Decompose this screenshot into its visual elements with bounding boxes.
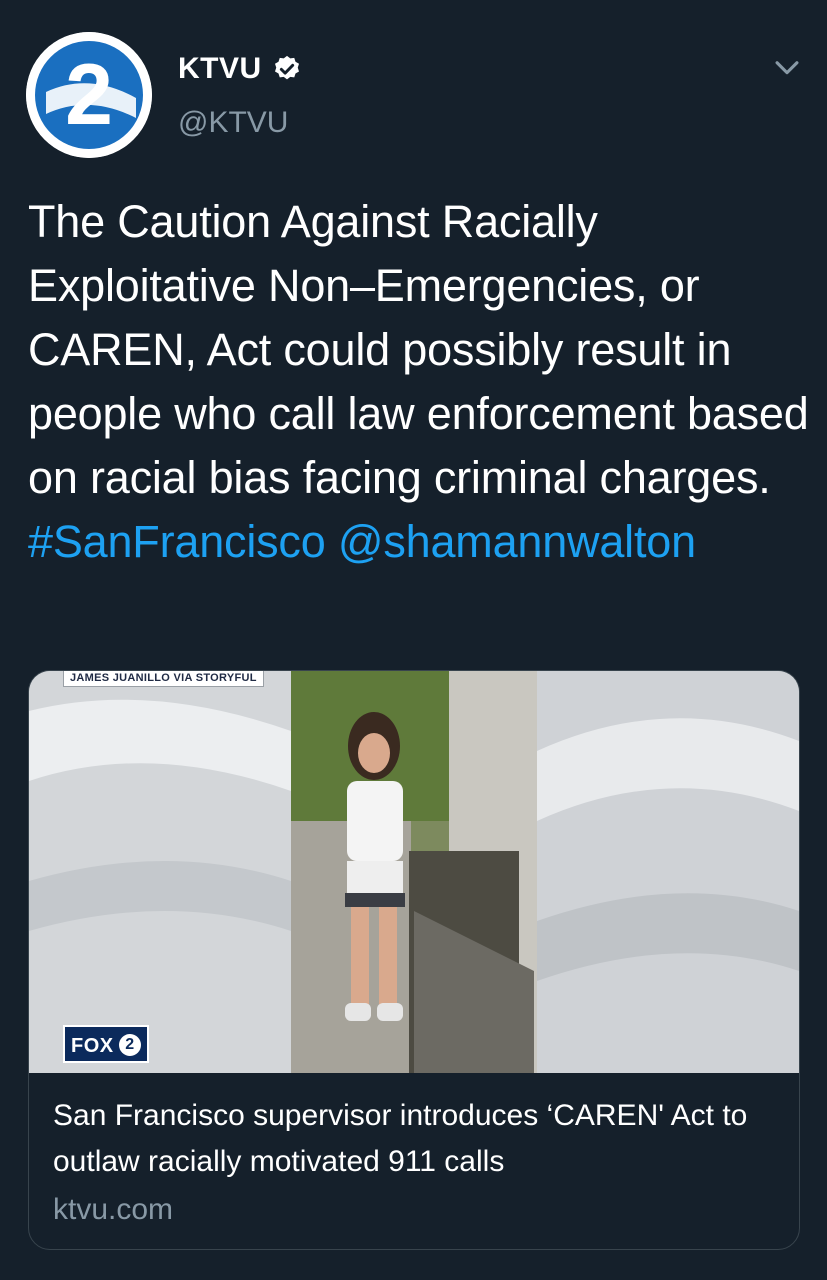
card-image[interactable]: JAMES JUANILLO VIA STORYFUL FOX 2 xyxy=(29,671,799,1073)
tweet-body: The Caution Against Racially Exploitativ… xyxy=(28,196,809,503)
link-card[interactable]: JAMES JUANILLO VIA STORYFUL FOX 2 San Fr… xyxy=(28,670,800,1250)
image-credit: JAMES JUANILLO VIA STORYFUL xyxy=(63,671,264,687)
mention-link[interactable]: @shamannwalton xyxy=(338,516,696,567)
avatar-digit: 2 xyxy=(65,47,113,143)
author-handle[interactable]: @KTVU xyxy=(178,106,288,140)
fox-2-logo: FOX 2 xyxy=(63,1025,149,1063)
card-title[interactable]: San Francisco supervisor introduces ‘CAR… xyxy=(53,1093,783,1185)
news-photo xyxy=(29,671,799,1073)
ktvu-2-logo-icon: 2 xyxy=(26,32,152,158)
fox-logo-digit: 2 xyxy=(119,1034,141,1056)
display-name[interactable]: KTVU xyxy=(178,52,262,86)
verified-badge-icon xyxy=(274,55,299,80)
tweet-text: The Caution Against Racially Exploitativ… xyxy=(28,190,818,574)
chevron-down-icon[interactable] xyxy=(770,50,804,84)
tweet: 2 KTVU @KTVU The Caution Against Raciall… xyxy=(0,0,827,1280)
card-text[interactable]: San Francisco supervisor introduces ‘CAR… xyxy=(53,1093,783,1233)
author-name-row: KTVU xyxy=(178,52,302,86)
card-domain[interactable]: ktvu.com xyxy=(53,1187,783,1233)
fox-logo-text: FOX xyxy=(71,1035,114,1057)
avatar[interactable]: 2 xyxy=(26,32,152,158)
hashtag-link[interactable]: #SanFrancisco xyxy=(28,516,326,567)
